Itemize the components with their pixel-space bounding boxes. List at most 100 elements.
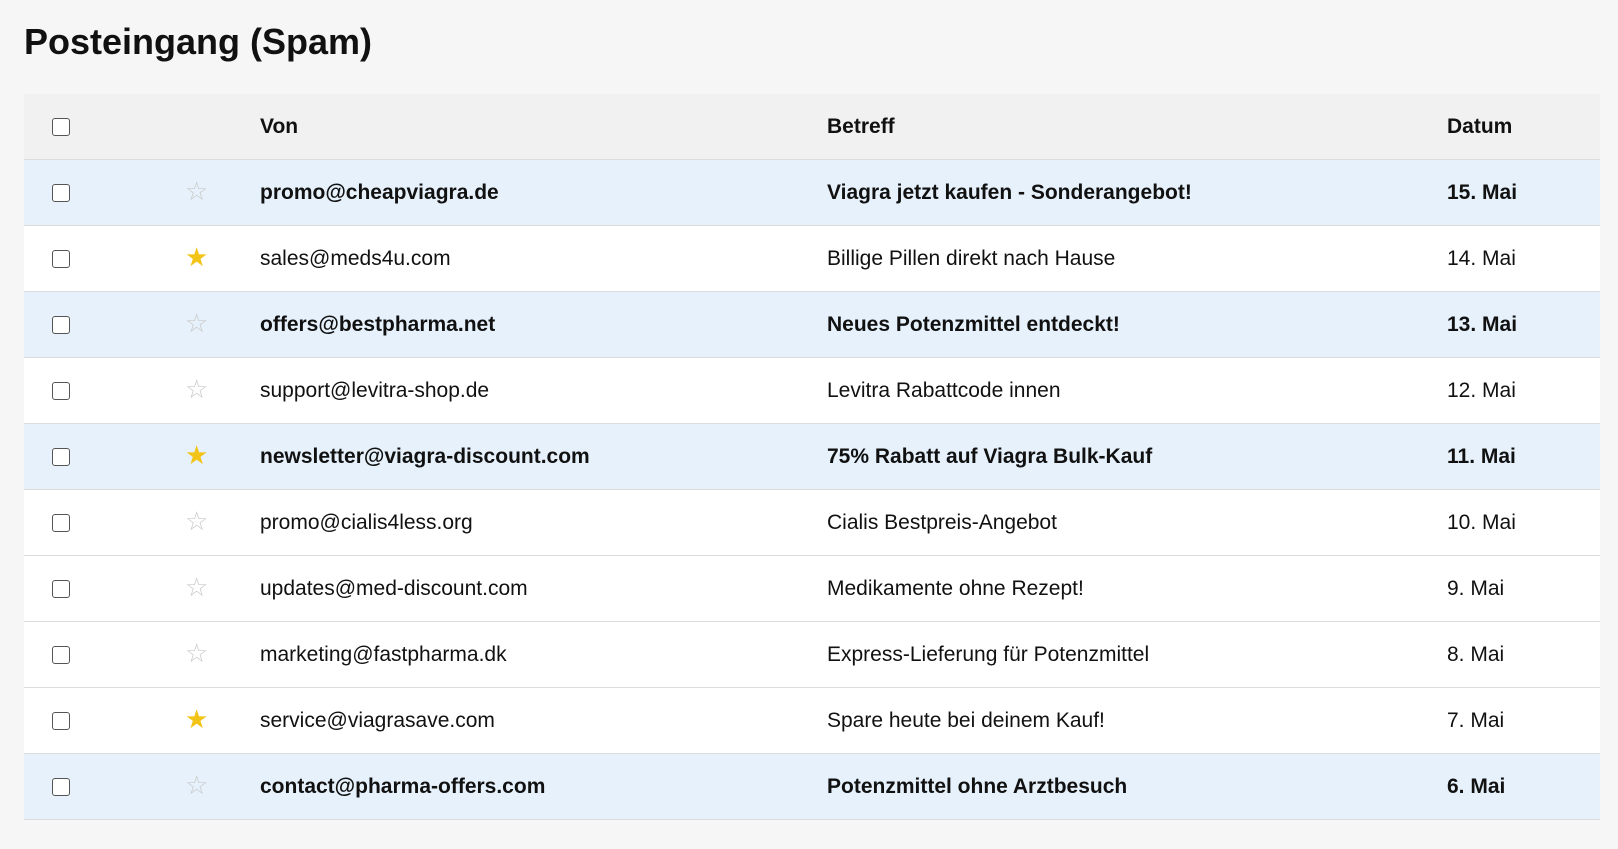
row-subject-cell: Spare heute bei deinem Kauf! — [827, 687, 1447, 754]
email-date: 13. Mai — [1447, 312, 1518, 336]
row-subject-cell: Medikamente ohne Rezept! — [827, 555, 1447, 622]
star-outline-icon[interactable]: ☆ — [185, 641, 208, 667]
row-from-cell: offers@bestpharma.net — [260, 291, 827, 358]
row-star-cell: ★ — [100, 687, 260, 754]
star-outline-icon[interactable]: ☆ — [185, 179, 208, 205]
select-all-checkbox[interactable] — [52, 117, 70, 136]
row-from-cell: support@levitra-shop.de — [260, 357, 827, 424]
row-star-cell: ☆ — [100, 489, 260, 556]
email-sender: promo@cheapviagra.de — [260, 180, 499, 204]
column-header-subject[interactable]: Betreff — [827, 94, 1447, 160]
row-from-cell: marketing@fastpharma.dk — [260, 621, 827, 688]
email-table: Von Betreff Datum ☆ promo@cheapviagra.de… — [24, 94, 1600, 820]
email-date: 6. Mai — [1447, 774, 1506, 798]
row-select-cell — [24, 621, 100, 688]
star-outline-icon[interactable]: ☆ — [185, 773, 208, 799]
row-from-cell: sales@meds4u.com — [260, 225, 827, 292]
column-header-date[interactable]: Datum — [1447, 94, 1600, 160]
row-checkbox[interactable] — [52, 513, 70, 532]
row-date-cell: 7. Mai — [1447, 687, 1600, 754]
row-star-cell: ☆ — [100, 357, 260, 424]
row-checkbox[interactable] — [52, 645, 70, 664]
email-subject: Levitra Rabattcode innen — [827, 378, 1061, 402]
row-date-cell: 8. Mai — [1447, 621, 1600, 688]
row-from-cell: contact@pharma-offers.com — [260, 753, 827, 820]
table-row[interactable]: ★ sales@meds4u.com Billige Pillen direkt… — [24, 225, 1600, 292]
inbox-page: Posteingang (Spam) Von Betreff Datum ☆ p… — [0, 0, 1618, 849]
table-header-row: Von Betreff Datum — [24, 94, 1600, 160]
email-date: 12. Mai — [1447, 378, 1516, 402]
star-outline-icon[interactable]: ☆ — [185, 377, 208, 403]
row-checkbox[interactable] — [52, 315, 70, 334]
header-star-cell — [100, 94, 260, 160]
email-sender: promo@cialis4less.org — [260, 510, 473, 534]
row-star-cell: ★ — [100, 423, 260, 490]
email-list: ☆ promo@cheapviagra.de Viagra jetzt kauf… — [24, 159, 1600, 820]
star-filled-icon[interactable]: ★ — [185, 245, 208, 271]
row-select-cell — [24, 555, 100, 622]
header-select-cell — [24, 94, 100, 160]
row-select-cell — [24, 291, 100, 358]
email-date: 15. Mai — [1447, 180, 1518, 204]
table-row[interactable]: ★ service@viagrasave.com Spare heute bei… — [24, 687, 1600, 754]
row-select-cell — [24, 225, 100, 292]
table-row[interactable]: ☆ updates@med-discount.com Medikamente o… — [24, 555, 1600, 622]
row-select-cell — [24, 423, 100, 490]
row-subject-cell: Billige Pillen direkt nach Hause — [827, 225, 1447, 292]
row-date-cell: 14. Mai — [1447, 225, 1600, 292]
row-from-cell: service@viagrasave.com — [260, 687, 827, 754]
star-filled-icon[interactable]: ★ — [185, 443, 208, 469]
row-select-cell — [24, 159, 100, 226]
row-star-cell: ☆ — [100, 753, 260, 820]
row-subject-cell: Potenzmittel ohne Arztbesuch — [827, 753, 1447, 820]
email-subject: Billige Pillen direkt nach Hause — [827, 246, 1116, 270]
table-row[interactable]: ☆ contact@pharma-offers.com Potenzmittel… — [24, 753, 1600, 820]
table-row[interactable]: ☆ support@levitra-shop.de Levitra Rabatt… — [24, 357, 1600, 424]
row-subject-cell: 75% Rabatt auf Viagra Bulk-Kauf — [827, 423, 1447, 490]
row-subject-cell: Neues Potenzmittel entdeckt! — [827, 291, 1447, 358]
row-select-cell — [24, 687, 100, 754]
table-row[interactable]: ☆ offers@bestpharma.net Neues Potenzmitt… — [24, 291, 1600, 358]
email-date: 14. Mai — [1447, 246, 1516, 270]
star-outline-icon[interactable]: ☆ — [185, 311, 208, 337]
email-subject: Express-Lieferung für Potenzmittel — [827, 642, 1150, 666]
email-subject: Medikamente ohne Rezept! — [827, 576, 1084, 600]
row-subject-cell: Viagra jetzt kaufen - Sonderangebot! — [827, 159, 1447, 226]
row-checkbox[interactable] — [52, 777, 70, 796]
row-from-cell: newsletter@viagra-discount.com — [260, 423, 827, 490]
email-date: 7. Mai — [1447, 708, 1505, 732]
email-sender: sales@meds4u.com — [260, 246, 451, 270]
table-row[interactable]: ☆ promo@cheapviagra.de Viagra jetzt kauf… — [24, 159, 1600, 226]
row-checkbox[interactable] — [52, 381, 70, 400]
email-sender: contact@pharma-offers.com — [260, 774, 546, 798]
row-subject-cell: Express-Lieferung für Potenzmittel — [827, 621, 1447, 688]
table-row[interactable]: ☆ promo@cialis4less.org Cialis Bestpreis… — [24, 489, 1600, 556]
row-star-cell: ☆ — [100, 291, 260, 358]
row-date-cell: 11. Mai — [1447, 423, 1600, 490]
table-row[interactable]: ★ newsletter@viagra-discount.com 75% Rab… — [24, 423, 1600, 490]
email-date: 8. Mai — [1447, 642, 1505, 666]
row-date-cell: 12. Mai — [1447, 357, 1600, 424]
column-header-from[interactable]: Von — [260, 94, 827, 160]
table-row[interactable]: ☆ marketing@fastpharma.dk Express-Liefer… — [24, 621, 1600, 688]
email-date: 11. Mai — [1447, 444, 1516, 468]
row-subject-cell: Levitra Rabattcode innen — [827, 357, 1447, 424]
email-subject: Spare heute bei deinem Kauf! — [827, 708, 1105, 732]
row-star-cell: ★ — [100, 225, 260, 292]
email-sender: service@viagrasave.com — [260, 708, 495, 732]
row-checkbox[interactable] — [52, 447, 70, 466]
star-filled-icon[interactable]: ★ — [185, 707, 208, 733]
row-star-cell: ☆ — [100, 555, 260, 622]
email-subject: Viagra jetzt kaufen - Sonderangebot! — [827, 180, 1192, 204]
email-sender: newsletter@viagra-discount.com — [260, 444, 590, 468]
email-sender: offers@bestpharma.net — [260, 312, 496, 336]
row-checkbox[interactable] — [52, 579, 70, 598]
row-checkbox[interactable] — [52, 183, 70, 202]
row-checkbox[interactable] — [52, 711, 70, 730]
email-subject: 75% Rabatt auf Viagra Bulk-Kauf — [827, 444, 1153, 468]
row-from-cell: promo@cialis4less.org — [260, 489, 827, 556]
page-title: Posteingang (Spam) — [24, 21, 373, 62]
star-outline-icon[interactable]: ☆ — [185, 509, 208, 535]
star-outline-icon[interactable]: ☆ — [185, 575, 208, 601]
row-checkbox[interactable] — [52, 249, 70, 268]
